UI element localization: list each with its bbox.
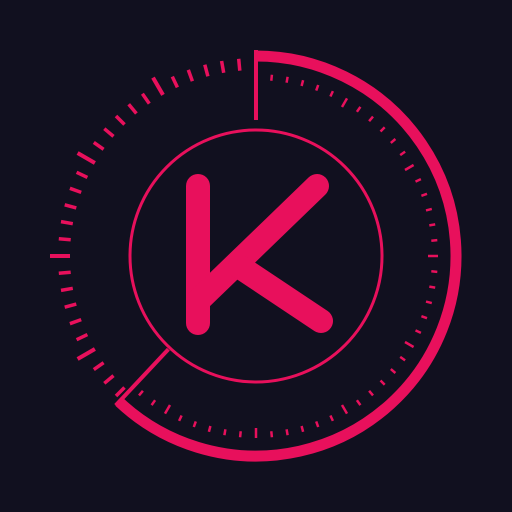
dial-tick [425,207,433,212]
dial-tick [177,414,183,422]
dial-tick [329,414,335,422]
dial-tick [340,97,349,108]
dial-tick [399,150,406,157]
app-icon [0,0,512,512]
dial-tick [75,170,89,179]
dial-tick [389,138,397,144]
dial-tick [238,431,242,438]
dial-tick [270,431,274,438]
dial-tick [379,126,386,133]
dial-tick [404,163,415,172]
dial-tick [140,92,151,105]
progress-arc [115,50,462,462]
dial-tick [60,219,74,226]
dial-tick [192,420,197,428]
dial-tick [92,140,105,151]
dial-tick [223,429,227,436]
dial-tick [150,399,157,406]
dial-tick [270,74,274,81]
dial-tick [300,425,305,433]
dial-tick [420,315,428,320]
dial-tick [420,192,428,197]
dial-tick [368,389,374,397]
dial-tick [315,84,320,92]
dial-tick [379,379,386,386]
dial-tick [151,76,165,96]
dial-tick [355,399,362,406]
dial-tick [76,347,96,361]
dial-tick [429,285,436,289]
dial-tick [414,177,422,183]
dial-tick [186,69,195,82]
dial-tick [76,151,96,165]
dial-tick [414,329,422,335]
dial-tick [69,317,82,326]
dial-tick [219,60,226,74]
dial-tick [425,300,433,305]
dial-tick [69,186,82,195]
dial-tick [75,333,89,342]
dial-tick [404,340,415,349]
dial-tick [431,270,438,274]
dial-tick [329,90,335,98]
k-logo-letter [186,174,333,335]
dial-tick [355,106,362,113]
dial-tick [203,64,210,77]
dial-tick [64,302,77,309]
dial-tick [64,203,77,210]
dial-tick [300,79,305,87]
dial-tick [431,238,438,242]
dial-tick [285,76,289,83]
dial-tick [285,429,289,436]
dial-tick [127,103,138,115]
dial-tick [315,420,320,428]
dial-tick [163,404,172,415]
dial-tick [429,223,436,227]
dial-tick [368,115,374,123]
arc-end-line [114,347,170,407]
dial-tick [170,75,179,89]
stopwatch-dial-icon [50,50,462,462]
dial-tick [58,236,71,242]
dial-tick [103,127,115,138]
dial-tick [103,374,115,385]
dial-tick [60,286,74,293]
dial-tick [92,361,105,372]
dial-tick [340,404,349,415]
dial-tick [389,368,397,374]
dial-tick [399,355,406,362]
dial-tick [138,389,144,397]
dial-tick [207,425,212,433]
dial-tick [236,58,242,71]
dial-tick [114,114,126,126]
dial-tick [58,270,71,276]
